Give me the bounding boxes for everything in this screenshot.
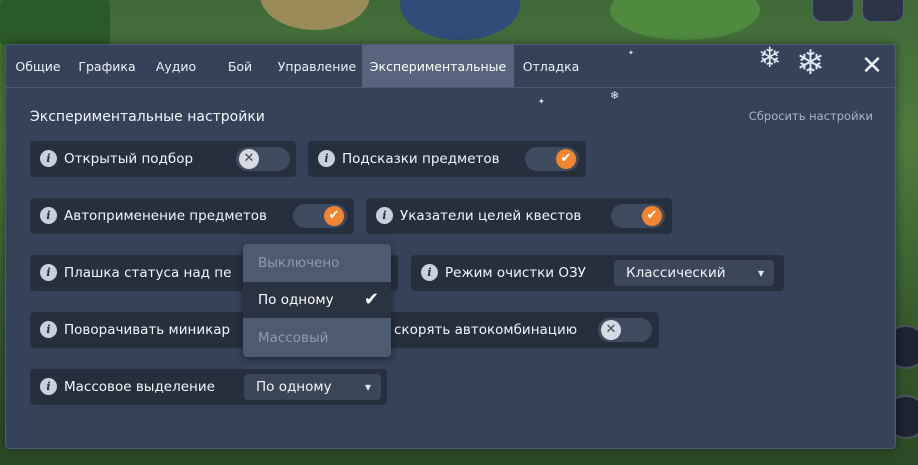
check-icon: ✔	[363, 289, 379, 310]
check-icon: ✔	[642, 206, 662, 226]
info-icon[interactable]: i	[40, 264, 57, 281]
close-button[interactable]: ✕	[859, 53, 885, 79]
dropdown-option-label: По одному	[258, 292, 334, 308]
setting-auto-apply: i Автоприменение предметов ✔	[30, 198, 354, 234]
tab-graphics[interactable]: Графика	[70, 45, 144, 87]
reset-settings-link[interactable]: Сбросить настройки	[749, 109, 873, 123]
info-icon[interactable]: i	[40, 321, 57, 338]
snowflake-icon: ❄	[758, 41, 782, 74]
setting-speed-combo: скорять автокомбинацию ✕	[366, 312, 659, 348]
setting-mass-select: i Массовое выделение По одному ▾	[30, 369, 387, 405]
dropdown-option-mass[interactable]: Массовый	[243, 320, 391, 356]
setting-label: скорять автокомбинацию	[394, 322, 578, 338]
setting-label: Режим очистки ОЗУ	[445, 265, 586, 281]
tab-divider	[6, 87, 895, 88]
speed-combo-toggle[interactable]: ✕	[598, 318, 652, 342]
info-icon[interactable]: i	[40, 150, 57, 167]
section-title: Экспериментальные настройки	[30, 109, 265, 125]
settings-tabs: Общие Графика Аудио Бой Управление Экспе…	[6, 45, 588, 87]
chevron-down-icon: ▾	[757, 266, 764, 280]
dropdown-option-off[interactable]: Выключено	[243, 245, 391, 281]
tab-experimental[interactable]: Экспериментальные	[362, 45, 514, 87]
select-value: По одному	[256, 379, 332, 395]
status-bar-dropdown: Выключено По одному ✔ Массовый	[243, 244, 391, 357]
open-pickup-toggle[interactable]: ✕	[236, 147, 290, 171]
x-icon: ✕	[239, 149, 259, 169]
quest-pointers-toggle[interactable]: ✔	[611, 204, 665, 228]
snowflake-icon: ❄	[796, 43, 825, 83]
setting-label: Массовое выделение	[64, 379, 215, 395]
chat-button[interactable]	[812, 0, 854, 22]
mass-select-select[interactable]: По одному ▾	[244, 374, 381, 400]
game-minimap-corner	[0, 0, 110, 45]
snowflake-icon: ✦	[538, 97, 545, 106]
tab-debug[interactable]: Отладка	[514, 45, 588, 87]
info-icon[interactable]: i	[421, 264, 438, 281]
auto-apply-toggle[interactable]: ✔	[293, 204, 347, 228]
menu-button[interactable]	[862, 0, 904, 22]
setting-quest-pointers: i Указатели целей квестов ✔	[366, 198, 672, 234]
setting-label: Открытый подбор	[64, 151, 194, 167]
ram-mode-select[interactable]: Классический ▾	[614, 260, 774, 286]
game-scene-tent	[400, 0, 520, 40]
info-icon[interactable]: i	[376, 207, 393, 224]
setting-label: Автоприменение предметов	[64, 208, 267, 224]
setting-open-pickup: i Открытый подбор ✕	[30, 141, 296, 177]
info-icon[interactable]: i	[318, 150, 335, 167]
game-scene-roof	[260, 0, 370, 30]
snowflake-icon: ❄	[610, 89, 620, 102]
check-icon: ✔	[556, 149, 576, 169]
game-scene-trees	[610, 0, 760, 40]
setting-ram-mode: i Режим очистки ОЗУ Классический ▾	[411, 255, 784, 291]
tab-audio[interactable]: Аудио	[144, 45, 208, 87]
setting-rotate-minimap: i Поворачивать миникар	[30, 312, 260, 348]
setting-label: Подсказки предметов	[342, 151, 500, 167]
setting-item-hints: i Подсказки предметов ✔	[308, 141, 586, 177]
close-icon: ✕	[861, 51, 883, 81]
tab-combat[interactable]: Бой	[208, 45, 272, 87]
dropdown-option-one-by-one[interactable]: По одному ✔	[243, 282, 391, 318]
select-value: Классический	[626, 265, 726, 281]
info-icon[interactable]: i	[40, 378, 57, 395]
info-icon[interactable]: i	[40, 207, 57, 224]
x-icon: ✕	[601, 320, 621, 340]
settings-panel: Общие Графика Аудио Бой Управление Экспе…	[5, 41, 896, 449]
tab-general[interactable]: Общие	[6, 45, 70, 87]
chevron-down-icon: ▾	[364, 380, 371, 394]
check-icon: ✔	[324, 206, 344, 226]
setting-label: Поворачивать миникар	[64, 322, 231, 338]
item-hints-toggle[interactable]: ✔	[525, 147, 579, 171]
setting-label: Указатели целей квестов	[400, 208, 582, 224]
snowflake-icon: ✦	[628, 49, 634, 57]
setting-label: Плашка статуса над пе	[64, 265, 232, 281]
tab-controls[interactable]: Управление	[272, 45, 362, 87]
